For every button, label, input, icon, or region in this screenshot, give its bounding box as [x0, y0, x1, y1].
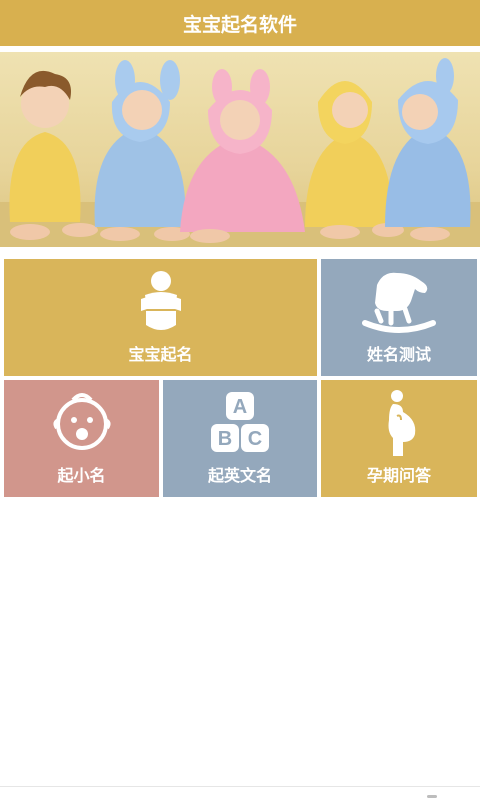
baby-face-icon: [52, 393, 111, 450]
tile-label-pregnancy-qa: 孕期问答: [366, 466, 431, 485]
abc-blocks-icon: A B C: [211, 392, 269, 452]
rocking-horse-icon: [362, 272, 436, 333]
baby-blue-2: [94, 60, 190, 241]
tile-label-baby-naming: 宝宝起名: [128, 345, 193, 364]
svg-text:C: C: [248, 428, 262, 450]
bottom-indicator: [427, 795, 437, 798]
tile-pregnancy-qa[interactable]: 孕期问答: [321, 380, 477, 497]
bottom-divider: [0, 786, 480, 787]
tile-name-test[interactable]: 姓名测试: [321, 259, 477, 376]
tile-label-nickname: 起小名: [57, 466, 106, 485]
tile-english-name[interactable]: A B C 起英文名: [163, 380, 317, 497]
svg-text:B: B: [218, 428, 232, 450]
app-title-bar: 宝宝起名软件: [0, 0, 480, 46]
tile-baby-naming[interactable]: 宝宝起名: [4, 259, 317, 376]
tile-nickname[interactable]: 起小名: [4, 380, 159, 497]
baby-icon: [140, 271, 181, 330]
app-title: 宝宝起名软件: [182, 13, 297, 36]
tile-label-name-test: 姓名测试: [366, 345, 431, 364]
pregnant-woman-icon: [388, 390, 416, 456]
baby-blue-5: [385, 58, 471, 241]
banner-image: [0, 52, 480, 247]
baby-pink-3: [180, 69, 305, 243]
svg-text:A: A: [233, 396, 247, 418]
babies-illustration: [0, 58, 480, 247]
tile-label-english-name: 起英文名: [207, 466, 272, 485]
